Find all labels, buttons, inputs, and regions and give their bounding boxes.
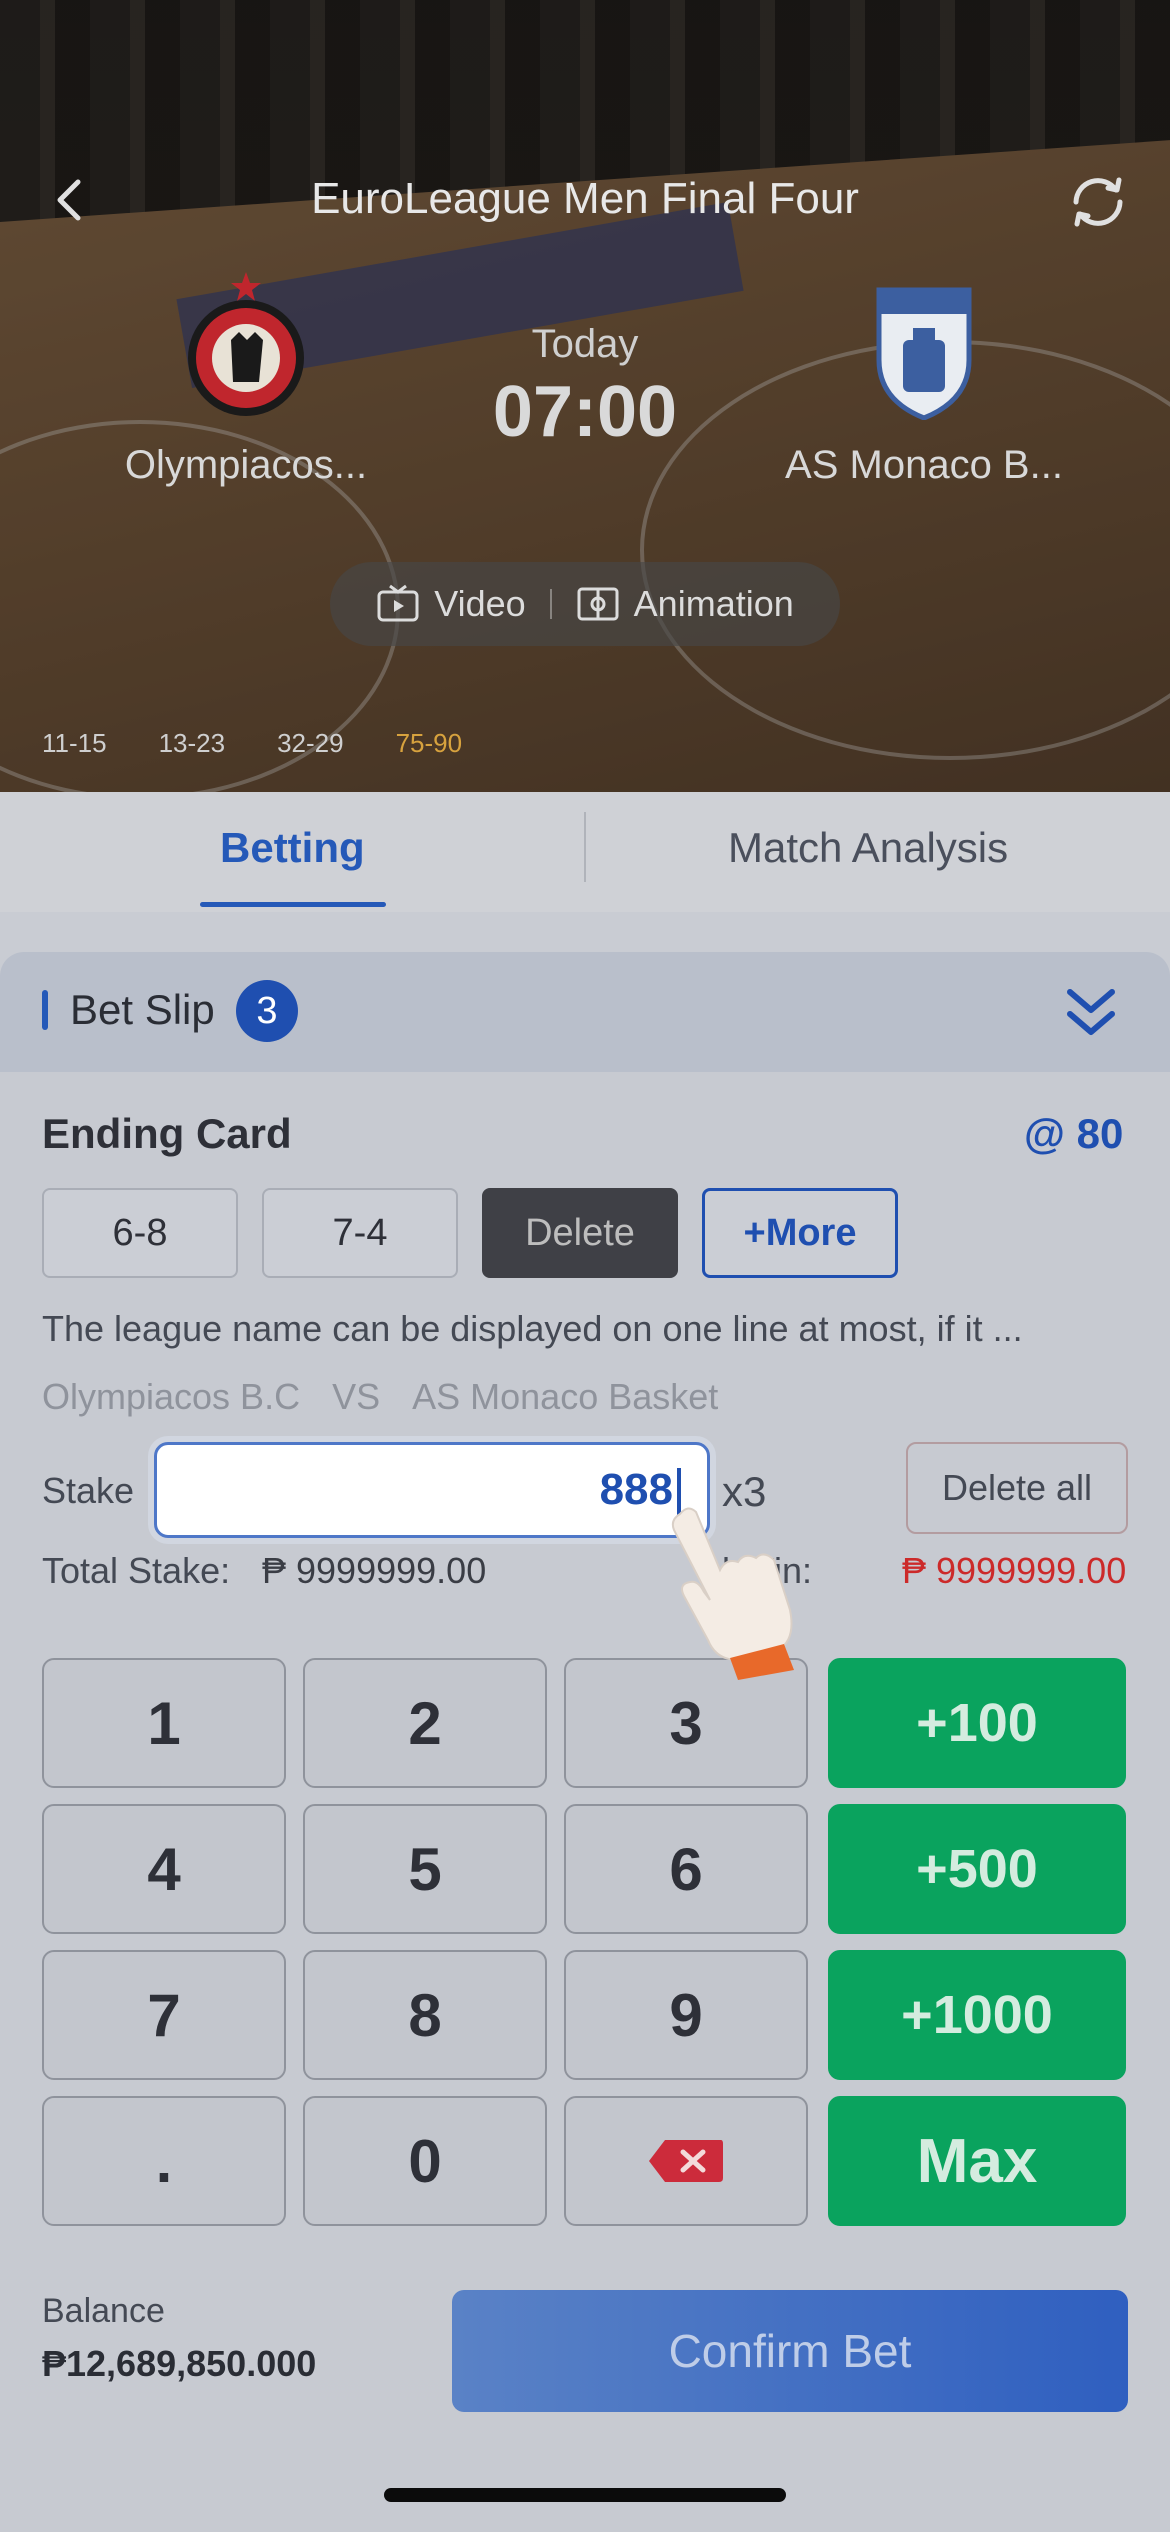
balance-label: Balance — [42, 2292, 165, 2330]
delete-selection-button[interactable]: Delete — [482, 1188, 678, 1278]
quarter-score: 32-29 — [277, 728, 344, 758]
quick-add-500-button[interactable]: +500 — [828, 1804, 1126, 1934]
key-9[interactable]: 9 — [564, 1950, 808, 2080]
quick-add-1000-button[interactable]: +1000 — [828, 1950, 1126, 2080]
away-team: AS Monaco B... — [754, 270, 1094, 488]
confirm-bet-button[interactable]: Confirm Bet — [452, 2290, 1128, 2412]
stake-row: Stake 888 x3 Delete all — [42, 1442, 1128, 1542]
total-stake-label: Total Stake: — [42, 1550, 231, 1591]
key-7[interactable]: 7 — [42, 1950, 286, 2080]
refresh-icon[interactable] — [1064, 168, 1132, 236]
potential-win-value: ₱ 9999999.00 — [902, 1550, 1127, 1591]
match-hero: EuroLeague Men Final Four Olympiacos... … — [0, 0, 1170, 792]
quick-add-100-button[interactable]: +100 — [828, 1658, 1126, 1788]
home-team: Olympiacos... — [76, 270, 416, 488]
quarter-score: 75-90 — [395, 728, 463, 758]
match-time: 07:00 — [492, 372, 678, 452]
totals-row: Total Stake: ₱ 9999999.00 al Win: ₱ 9999… — [42, 1550, 1128, 1592]
quarter-scores: 11-15 13-23 32-29 75-90 — [42, 728, 462, 759]
key-4[interactable]: 4 — [42, 1804, 286, 1934]
league-title: EuroLeague Men Final Four — [311, 174, 859, 223]
tap-hand-icon — [671, 1507, 794, 1680]
key-1[interactable]: 1 — [42, 1658, 286, 1788]
home-team-name: Olympiacos... — [124, 443, 368, 487]
home-team-logo — [188, 272, 304, 416]
matchup-away: AS Monaco Basket — [412, 1376, 719, 1417]
quarter-score: 13-23 — [158, 728, 226, 758]
pitch-icon — [577, 587, 619, 621]
kickoff: Today 07:00 — [435, 322, 735, 453]
selection-chip[interactable]: 6-8 — [42, 1188, 238, 1278]
tab-bar: Betting Match Analysis — [0, 792, 1170, 912]
market-name: Ending Card — [42, 1110, 292, 1157]
backspace-key[interactable] — [564, 2096, 808, 2226]
bet-count-badge: 3 — [236, 980, 298, 1042]
backspace-icon — [649, 2140, 723, 2182]
selection-row: 6-8 7-4 Delete +More — [42, 1188, 898, 1278]
match-day: Today — [531, 322, 639, 366]
key-0[interactable]: 0 — [303, 2096, 547, 2226]
animation-label: Animation — [633, 583, 794, 624]
bet-slip-title: Bet Slip — [70, 986, 215, 1033]
tab-betting[interactable]: Betting — [220, 824, 365, 872]
top-bar: EuroLeague Men Final Four — [0, 160, 1170, 244]
stake-label: Stake — [42, 1470, 135, 1511]
total-stake-value: ₱ 9999999.00 — [262, 1550, 487, 1591]
animation-button[interactable]: Animation — [552, 583, 818, 625]
matchup-home: Olympiacos B.C — [42, 1376, 301, 1417]
key-8[interactable]: 8 — [303, 1950, 547, 2080]
matchup-row: Olympiacos B.C VS AS Monaco Basket — [42, 1376, 718, 1418]
balance: Balance ₱12,689,850.000 — [42, 2292, 316, 2385]
tv-icon — [377, 584, 419, 622]
video-button[interactable]: Video — [352, 583, 549, 625]
stake-input[interactable]: 888 — [154, 1442, 710, 1538]
away-team-name: AS Monaco B... — [785, 443, 1063, 487]
key-2[interactable]: 2 — [303, 1658, 547, 1788]
key-decimal[interactable]: . — [42, 2096, 286, 2226]
delete-all-button[interactable]: Delete all — [906, 1442, 1128, 1534]
selection-chip[interactable]: 7-4 — [262, 1188, 458, 1278]
collapse-chevron-icon[interactable] — [1064, 982, 1118, 1042]
max-stake-button[interactable]: Max — [828, 2096, 1126, 2226]
balance-value: ₱12,689,850.000 — [42, 2343, 317, 2384]
away-team-logo — [876, 287, 972, 421]
media-toggle: Video Animation — [330, 562, 840, 646]
bet-slip-header[interactable]: Bet Slip 3 — [0, 952, 1170, 1072]
quarter-score: 11-15 — [42, 728, 107, 758]
tab-match-analysis[interactable]: Match Analysis — [728, 824, 1008, 872]
key-6[interactable]: 6 — [564, 1804, 808, 1934]
home-indicator[interactable] — [384, 2488, 786, 2502]
active-tab-indicator — [200, 902, 386, 907]
key-5[interactable]: 5 — [303, 1804, 547, 1934]
league-note: The league name can be displayed on one … — [42, 1308, 1023, 1349]
more-selections-button[interactable]: +More — [702, 1188, 898, 1278]
video-label: Video — [434, 583, 526, 624]
odds-value: @ 80 — [1024, 1110, 1124, 1157]
matchup-vs: VS — [332, 1376, 381, 1417]
